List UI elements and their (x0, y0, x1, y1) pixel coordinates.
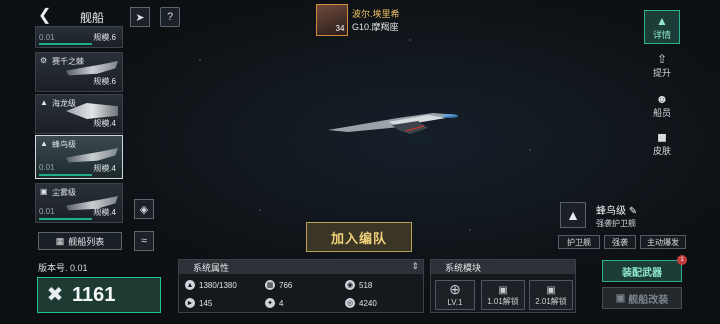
lock-icon: ▣ (615, 292, 626, 304)
energy-icon: ◉ (345, 280, 355, 290)
attr-armor: ▦ 766 (265, 280, 293, 290)
tab-skin[interactable]: ◼ 皮肤 (644, 126, 680, 160)
module-slot-locked[interactable]: ▣ 1.01解锁 (481, 280, 525, 310)
attr-range: ◎ 4240 (345, 298, 377, 308)
join-fleet-button[interactable]: 加入编队 (306, 222, 412, 252)
system-modules-panel: 系统模块 ⊕ LV.1 ▣ 1.01解锁 ▣ 2.01解锁 (430, 259, 576, 313)
ship-name: 尘雾级 (52, 188, 76, 197)
attr-energy: ◉ 518 (345, 280, 373, 290)
commander-name: 波尔.埃里希 (352, 9, 400, 19)
upgrade-icon: ⇧ (656, 51, 668, 66)
skin-icon: ◼ (657, 129, 667, 144)
ship-name: 赛千之棘 (52, 57, 84, 66)
class-icon: ▲ (40, 139, 48, 148)
modules-header: 系统模块 (431, 260, 575, 274)
attr-weapon-slots: ✦ 4 (265, 298, 283, 308)
ship-scale: 规模.4 (93, 164, 116, 173)
ship-power: 0.01 (39, 207, 55, 216)
combat-power-value: 1161 (72, 283, 116, 306)
compare-icon[interactable]: ≈ (134, 231, 154, 251)
tag: 主动爆发 (640, 235, 686, 249)
armor-icon: ▦ (265, 280, 275, 290)
ship-scale: 规模.6 (93, 33, 116, 42)
rocket-icon[interactable]: ➤ (130, 7, 150, 27)
tab-upgrade[interactable]: ⇧ 提升 (644, 48, 680, 82)
module-slot[interactable]: ⊕ LV.1 (435, 280, 475, 310)
grid-icon: ▦ (55, 235, 65, 246)
attr-hull: ▲ 1380/1380 (185, 280, 237, 290)
ship-class-name: 蜂鸟级 ✎ (596, 206, 638, 217)
power-icon: ✖ (46, 284, 64, 306)
version-label: 版本号. 0.01 (38, 263, 88, 273)
tab-label: 提升 (652, 67, 671, 78)
combat-power-box: ✖ 1161 (37, 277, 161, 313)
class-icon: ▣ (40, 187, 48, 196)
tag: 护卫舰 (558, 235, 600, 249)
edit-icon[interactable]: ✎ (629, 206, 637, 217)
weapon-slots-icon: ✦ (265, 298, 275, 308)
class-icon: ⚙ (40, 56, 48, 65)
ship-model[interactable] (328, 112, 458, 142)
ship-name: 海龙级 (52, 99, 76, 108)
crew-icon: ☻ (655, 91, 669, 106)
tag: 强袭 (604, 235, 636, 249)
back-chevron-icon[interactable]: ❮ (38, 8, 54, 24)
hull-icon: ▲ (185, 280, 195, 290)
ship-list-item[interactable]: ▣ 尘雾级 0.01 规模.4 (35, 183, 123, 223)
ship-list-item[interactable]: 0.01 规模.6 (35, 26, 123, 48)
ship-list-label: 舰船列表 (68, 236, 105, 247)
module-slot-locked[interactable]: ▣ 2.01解锁 (529, 280, 573, 310)
ship-list-item[interactable]: ▲ 海龙级 规模.4 (35, 94, 123, 134)
commander-location: G10.摩羯座 (352, 22, 399, 32)
ship-list-item[interactable]: ⚙ 赛千之棘 规模.6 (35, 52, 123, 92)
details-icon: ▲ (656, 13, 668, 28)
equip-weapons-button[interactable]: 装配武器 (602, 260, 682, 282)
commander-level: 34 (335, 24, 345, 33)
ship-power: 0.01 (39, 163, 55, 172)
ship-name: 蜂鸟级 (52, 140, 76, 149)
tab-crew[interactable]: ☻ 船员 (644, 88, 680, 122)
filter-icon[interactable]: ◈ (134, 199, 154, 219)
ship-thumbnail (66, 148, 118, 163)
attr-speed: ► 145 (185, 298, 213, 308)
ship-list-item-selected[interactable]: ▲ 蜂鸟级 0.01 规模.4 (35, 135, 123, 179)
ship-list-button[interactable]: ▦ 舰船列表 (38, 232, 122, 250)
class-icon: ▲ (40, 98, 48, 107)
system-attributes-panel: 系统属性 ⇕ ▲ 1380/1380 ▦ 766 ◉ 518 ► 145 ✦ 4 ◎ 424… (178, 259, 424, 313)
lock-icon: ▣ (498, 285, 508, 296)
tab-label: 船员 (652, 107, 671, 118)
ship-scale: 规模.4 (93, 119, 116, 128)
tab-label: 皮肤 (652, 145, 671, 156)
ship-power: 0.01 (39, 33, 55, 42)
help-icon[interactable]: ? (160, 7, 180, 27)
expand-icon[interactable]: ⇕ (411, 261, 419, 272)
page-title: 舰船 (80, 11, 105, 25)
ship-class-emblem-icon: ▲ (560, 202, 586, 228)
tab-details[interactable]: ▲ 详情 (644, 10, 680, 44)
ship-scale: 规模.6 (93, 77, 116, 86)
attributes-header: 系统属性 (179, 260, 423, 274)
notification-badge: 1 (677, 255, 687, 265)
ship-scale: 规模.4 (93, 208, 116, 217)
range-icon: ◎ (345, 298, 355, 308)
crosshair-icon: ⊕ (449, 281, 461, 297)
ship-refit-button[interactable]: ▣ 舰船改装 (602, 287, 682, 309)
tab-label: 详情 (652, 29, 671, 40)
ship-class-role: 强袭护卫舰 (596, 219, 636, 228)
lock-icon: ▣ (546, 285, 556, 296)
speed-icon: ► (185, 298, 195, 308)
